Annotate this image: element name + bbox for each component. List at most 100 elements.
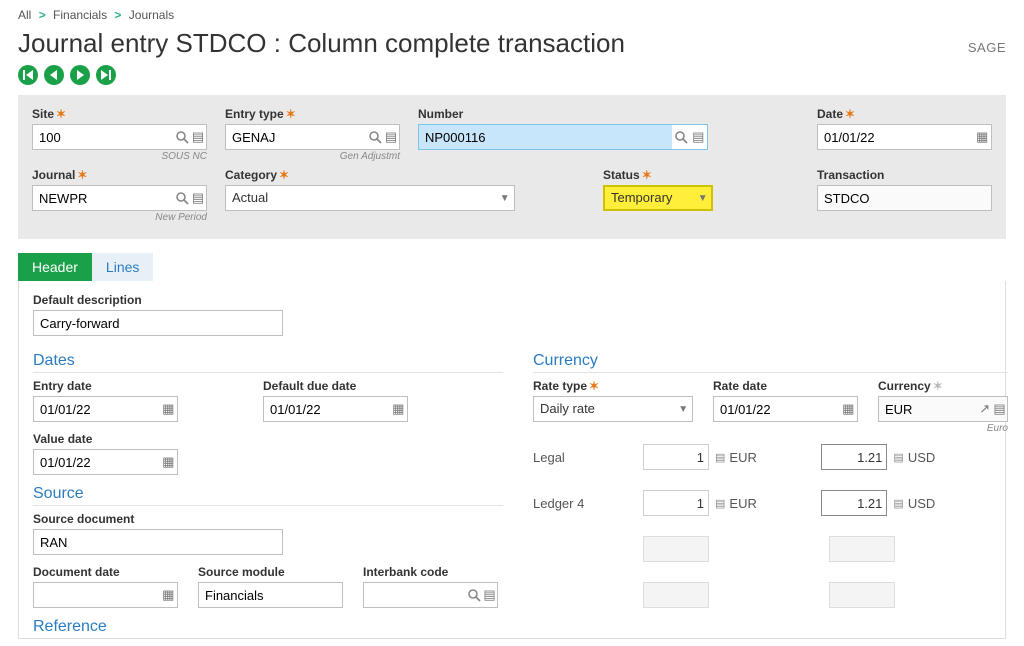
entry-date-input[interactable] (34, 397, 160, 421)
first-record-button[interactable] (18, 65, 38, 85)
category-label: Category (225, 168, 277, 182)
default-due-date-input[interactable] (264, 397, 390, 421)
list-icon[interactable]: ▤ (715, 497, 725, 510)
legal-rate1[interactable]: 1 (643, 444, 709, 470)
calendar-icon[interactable]: ▦ (160, 587, 177, 603)
required-icon: ✶ (279, 168, 289, 182)
required-icon: ✶ (933, 379, 943, 393)
status-select[interactable]: Temporary (605, 187, 695, 209)
number-label: Number (418, 107, 463, 121)
ledger4-unit1: EUR (729, 496, 761, 511)
breadcrumb-all[interactable]: All (18, 8, 31, 22)
legal-unit1: EUR (729, 450, 761, 465)
interbank-code-input[interactable] (364, 583, 467, 607)
chevron-down-icon[interactable]: ▼ (695, 193, 711, 204)
prev-record-button[interactable] (44, 65, 64, 85)
search-icon[interactable] (367, 130, 383, 144)
ledger4-unit2: USD (908, 496, 940, 511)
legal-rate2[interactable]: 1.21 (821, 444, 887, 470)
rate-type-label: Rate type (533, 379, 587, 393)
entry-type-label: Entry type (225, 107, 284, 121)
rate-date-input[interactable] (714, 397, 840, 421)
legal-unit2: USD (908, 450, 940, 465)
currency-section-title: Currency (533, 352, 1008, 373)
required-icon: ✶ (589, 379, 599, 393)
list-icon[interactable]: ▤ (482, 587, 497, 603)
empty-rate (643, 582, 709, 608)
list-icon[interactable]: ▤ (992, 401, 1007, 417)
chevron-down-icon[interactable]: ▼ (495, 193, 514, 204)
document-date-label: Document date (33, 565, 178, 579)
required-icon: ✶ (77, 168, 87, 182)
default-description-input[interactable] (34, 311, 282, 335)
interbank-code-label: Interbank code (363, 565, 498, 579)
ledger4-rate2[interactable]: 1.21 (821, 490, 887, 516)
calendar-icon[interactable]: ▦ (160, 401, 177, 417)
document-date-input[interactable] (34, 583, 160, 607)
empty-rate (829, 582, 895, 608)
source-document-input[interactable] (34, 530, 282, 554)
currency-label: Currency (878, 379, 931, 393)
list-icon[interactable]: ▤ (190, 129, 206, 145)
rate-type-select[interactable]: Daily rate (534, 397, 674, 421)
calendar-icon[interactable]: ▦ (840, 401, 857, 417)
arrow-icon[interactable]: ↗ (977, 401, 992, 417)
header-panel: Site✶ ▤ SOUS NC Entry type✶ ▤ Gen Adjust… (18, 95, 1006, 239)
chevron-down-icon[interactable]: ▼ (674, 404, 692, 415)
search-icon[interactable] (174, 130, 190, 144)
list-icon[interactable]: ▤ (383, 129, 399, 145)
date-label: Date (817, 107, 843, 121)
source-module-input[interactable] (199, 583, 342, 607)
reference-section-title: Reference (33, 618, 503, 638)
journal-input[interactable] (33, 186, 174, 210)
rate-date-label: Rate date (713, 379, 858, 393)
journal-caption: New Period (32, 212, 207, 223)
ledger4-rate1[interactable]: 1 (643, 490, 709, 516)
empty-rate (643, 536, 709, 562)
breadcrumb: All > Financials > Journals (18, 8, 1006, 22)
transaction-label: Transaction (817, 168, 884, 182)
date-input[interactable] (818, 125, 973, 149)
category-select[interactable]: Actual (226, 186, 495, 210)
list-icon[interactable]: ▤ (893, 497, 903, 510)
calendar-icon[interactable]: ▦ (390, 401, 407, 417)
required-icon: ✶ (286, 107, 296, 121)
site-input[interactable] (33, 125, 174, 149)
source-section-title: Source (33, 485, 503, 506)
entry-date-label: Entry date (33, 379, 178, 393)
tab-lines[interactable]: Lines (92, 253, 153, 281)
list-icon[interactable]: ▤ (190, 190, 206, 206)
form-body: Default description Dates Entry date ▦ D… (18, 281, 1006, 639)
search-icon[interactable] (672, 130, 689, 144)
required-icon: ✶ (56, 107, 66, 121)
breadcrumb-financials[interactable]: Financials (53, 8, 107, 22)
list-icon[interactable]: ▤ (690, 129, 707, 145)
next-record-button[interactable] (70, 65, 90, 85)
site-label: Site (32, 107, 54, 121)
value-date-input[interactable] (34, 450, 160, 474)
chevron-right-icon: > (39, 8, 46, 22)
transaction-input[interactable] (818, 186, 991, 210)
dates-section-title: Dates (33, 352, 503, 373)
entry-type-caption: Gen Adjustmt (225, 151, 400, 162)
currency-input[interactable] (879, 397, 977, 421)
source-module-label: Source module (198, 565, 343, 579)
calendar-icon[interactable]: ▦ (160, 454, 177, 470)
brand-logo: SAGE (968, 40, 1006, 55)
calendar-icon[interactable]: ▦ (973, 129, 991, 145)
search-icon[interactable] (174, 191, 190, 205)
list-icon[interactable]: ▤ (893, 451, 903, 464)
journal-label: Journal (32, 168, 75, 182)
search-icon[interactable] (467, 588, 482, 602)
ledger4-label: Ledger 4 (533, 496, 613, 511)
list-icon[interactable]: ▤ (715, 451, 725, 464)
entry-type-input[interactable] (226, 125, 367, 149)
page-title: Journal entry STDCO : Column complete tr… (18, 28, 625, 59)
tab-header[interactable]: Header (18, 253, 92, 281)
last-record-button[interactable] (96, 65, 116, 85)
breadcrumb-journals: Journals (129, 8, 174, 22)
chevron-right-icon: > (114, 8, 121, 22)
source-document-label: Source document (33, 512, 283, 526)
number-input[interactable] (419, 125, 672, 149)
value-date-label: Value date (33, 432, 178, 446)
